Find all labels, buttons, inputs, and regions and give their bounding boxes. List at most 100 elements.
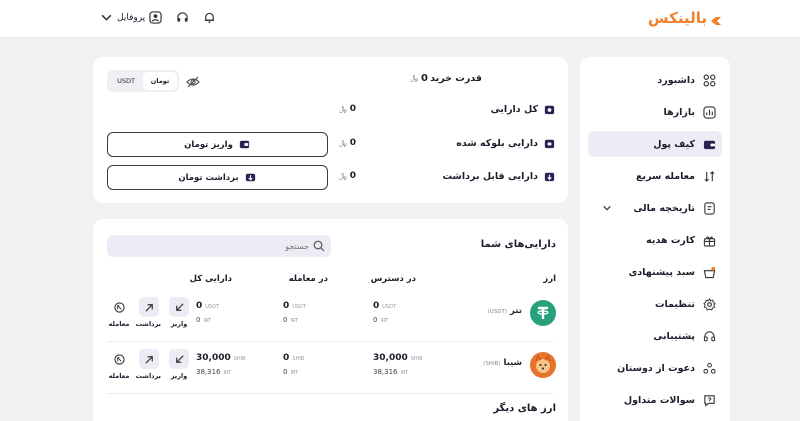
- deposit-icon: [238, 138, 251, 151]
- toggle-toman[interactable]: تومان: [143, 72, 177, 90]
- column-available: در دسترس: [370, 274, 416, 284]
- in-trade-toman-value: 0: [283, 316, 288, 324]
- in-trade-amount: 0 USDT: [283, 301, 306, 311]
- total-toman: 38,316 IRT: [196, 368, 231, 376]
- table-row: تتر (USDT) 0 USDT 0 IRT 0 USDT 0 IRT 0 U…: [93, 291, 568, 341]
- available-amount: 30,000 SHIB: [373, 353, 423, 363]
- users-icon: [703, 362, 716, 375]
- search-input[interactable]: [119, 239, 309, 253]
- deposit-toman-label: واریز تومان: [184, 139, 233, 150]
- in-trade-value: 0: [283, 301, 290, 311]
- sidebar-item-wallet[interactable]: کیف پول: [588, 131, 722, 157]
- user-icon: [149, 11, 162, 24]
- currency-toggle[interactable]: USDT تومان: [107, 70, 179, 92]
- buying-power-value: ﷼ 0: [410, 73, 428, 84]
- top-actions: پروفایل: [100, 11, 216, 24]
- available-toman: 0 IRT: [373, 316, 388, 324]
- sidebar-item-support[interactable]: پشتیبانی: [588, 323, 722, 349]
- sidebar-item-label: کارت هدیه: [646, 234, 695, 246]
- sidebar-item-basket[interactable]: سبد پیشنهادی: [588, 259, 722, 285]
- coin-name: تتر (USDT): [488, 306, 522, 316]
- withdraw-label: برداشت: [135, 372, 161, 380]
- toman-icon: ﷼: [338, 171, 347, 180]
- sidebar-item-history[interactable]: تاریخچه مالی: [588, 195, 722, 221]
- sidebar-item-label: کیف پول: [653, 138, 695, 150]
- withdraw-button[interactable]: برداشت: [135, 349, 161, 380]
- profile-menu[interactable]: پروفایل: [100, 11, 162, 24]
- in-trade-toman-value: 0: [283, 368, 288, 376]
- total-unit: USDT: [205, 304, 220, 310]
- trade-button[interactable]: معامله: [107, 349, 131, 380]
- coins-icon: [543, 103, 556, 116]
- trade-label: معامله: [108, 320, 130, 328]
- in-trade-unit: SHIB: [292, 356, 305, 362]
- profile-label: پروفایل: [117, 12, 146, 23]
- available-unit: USDT: [382, 304, 397, 310]
- deposit-label: واریز: [170, 372, 188, 380]
- swap-icon: [703, 170, 716, 183]
- balance-card: قدرت خرید ﷼ 0 USDT تومان کل دارایی ﷼ 0 د…: [93, 57, 568, 203]
- sidebar-item-markets[interactable]: بازارها: [588, 99, 722, 125]
- gift-icon: [703, 234, 716, 247]
- total-amount: 0 USDT: [196, 301, 219, 311]
- total-assets-value: ﷼ 0: [339, 104, 356, 114]
- sidebar-item-label: معامله سریع: [636, 170, 695, 182]
- sidebar-item-settings[interactable]: تنظیمات: [588, 291, 722, 317]
- withdrawable-assets-amount: 0: [349, 171, 356, 181]
- row-divider: [107, 341, 554, 342]
- total-assets-label: کل دارایی: [491, 103, 556, 116]
- total-assets-text: کل دارایی: [490, 104, 538, 115]
- row-divider: [107, 393, 554, 394]
- grid-icon: [703, 74, 716, 87]
- logo[interactable]: بالینکس: [648, 9, 722, 27]
- coin-name-text: شیبا: [503, 358, 523, 368]
- sidebar-item-label: داشبورد: [657, 74, 695, 86]
- trade-icon: [109, 297, 129, 317]
- total-unit: SHIB: [233, 356, 246, 362]
- shiba-coin-icon: [530, 352, 556, 378]
- lock-coins-icon: [543, 137, 556, 150]
- sidebar-item-label: سبد پیشنهادی: [628, 266, 695, 278]
- in-trade-value: 0: [283, 353, 290, 363]
- withdraw-coins-icon: [543, 170, 556, 183]
- sidebar: داشبورد بازارها کیف پول معامله سریع تاری…: [580, 57, 730, 421]
- deposit-button[interactable]: واریز: [167, 349, 191, 380]
- chevron-down-icon[interactable]: [602, 203, 612, 213]
- blocked-assets-amount: 0: [349, 138, 356, 148]
- total-amount: 30,000 SHIB: [196, 353, 246, 363]
- withdraw-button[interactable]: برداشت: [135, 297, 161, 328]
- buying-power-label: قدرت خرید: [430, 73, 482, 84]
- total-value: 30,000: [196, 353, 231, 363]
- sidebar-item-gift-card[interactable]: کارت هدیه: [588, 227, 722, 253]
- deposit-toman-button[interactable]: واریز تومان: [107, 132, 328, 157]
- assets-title: دارایی‌های شما: [480, 239, 556, 250]
- deposit-button[interactable]: واریز: [167, 297, 191, 328]
- bell-icon[interactable]: [203, 11, 216, 24]
- top-bar: بالینکس پروفایل: [0, 0, 800, 38]
- withdraw-label: برداشت: [135, 320, 161, 328]
- sidebar-item-invite[interactable]: دعوت از دوستان: [588, 355, 722, 381]
- sidebar-item-quick-trade[interactable]: معامله سریع: [588, 163, 722, 189]
- available-toman: 38,316 IRT: [373, 368, 408, 376]
- sidebar-item-faq[interactable]: سوالات متداول: [588, 387, 722, 413]
- in-trade-toman-unit: IRT: [290, 318, 299, 324]
- hide-balance-icon[interactable]: [186, 74, 200, 88]
- withdrawable-assets-value: ﷼ 0: [339, 171, 356, 181]
- wallet-icon: [703, 138, 716, 151]
- sidebar-item-label: سوالات متداول: [623, 394, 695, 406]
- deposit-icon: [169, 297, 189, 317]
- toman-icon: ﷼: [410, 74, 419, 82]
- sidebar-item-dashboard[interactable]: داشبورد: [588, 67, 722, 93]
- withdraw-toman-button[interactable]: برداشت تومان: [107, 165, 328, 190]
- buying-power-amount: 0: [421, 73, 428, 84]
- trade-button[interactable]: معامله: [107, 297, 131, 328]
- chevron-down-icon: [100, 11, 113, 24]
- search-box[interactable]: [107, 235, 331, 257]
- headset-icon[interactable]: [176, 11, 189, 24]
- total-toman-unit: IRT: [223, 370, 232, 376]
- column-in-trade: در معامله: [288, 274, 328, 284]
- headset-icon: [703, 330, 716, 343]
- toggle-usdt[interactable]: USDT: [109, 72, 143, 90]
- chart-icon: [703, 105, 716, 119]
- in-trade-unit: USDT: [292, 304, 307, 310]
